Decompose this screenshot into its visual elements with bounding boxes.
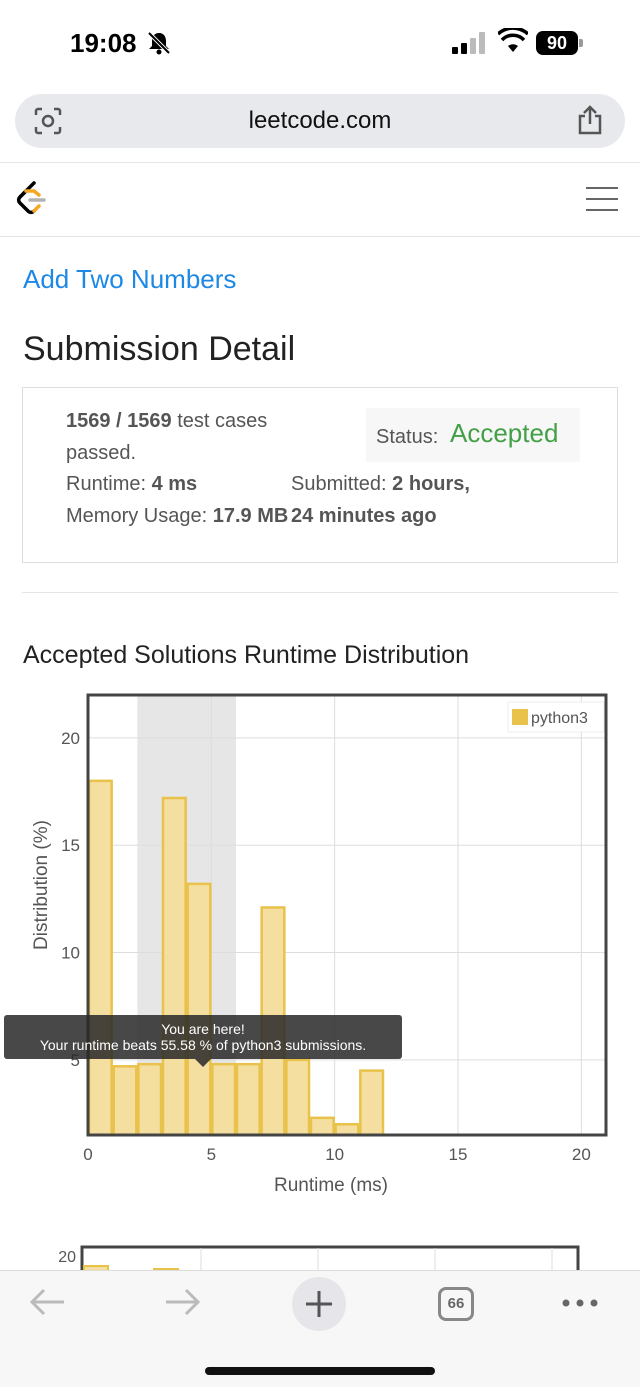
status-label: Status: xyxy=(376,426,439,448)
memory-value: 17.9 MB xyxy=(212,505,289,527)
menu-icon[interactable] xyxy=(586,187,618,213)
cases-passed-count: 1569 / 1569 xyxy=(66,410,172,432)
x-tick-label: 20 xyxy=(572,1145,591,1164)
x-axis-label: Runtime (ms) xyxy=(274,1175,388,1196)
y-tick-label: 15 xyxy=(61,836,80,855)
histogram-bar xyxy=(235,1062,261,1137)
runtime-distribution-chart: 0 5 10 15 205101520Runtime (ms)Distribution … xyxy=(31,693,608,1196)
x-tick-label: 5 xyxy=(207,1145,216,1164)
clock: 19:08 xyxy=(70,28,137,58)
submitted-line: Submitted: 2 hours, xyxy=(291,473,470,496)
status-bar: 19:08 90 xyxy=(0,0,640,86)
histogram-bar xyxy=(359,1069,385,1137)
histogram-bar xyxy=(211,1062,237,1137)
browser-toolbar: 66 xyxy=(0,1270,640,1387)
memory-line: Memory Usage: 17.9 MB xyxy=(66,505,288,528)
memory-label: Memory Usage: xyxy=(66,505,208,527)
x-tick-label: 10 xyxy=(325,1145,344,1164)
wifi-icon xyxy=(498,28,528,52)
tooltip-line-2: Your runtime beats 55.58 % of python3 su… xyxy=(39,1037,367,1053)
battery-level: 90 xyxy=(536,31,578,55)
chart-title: Accepted Solutions Runtime Distribution xyxy=(23,641,470,669)
tabs-count-button[interactable]: 66 xyxy=(438,1287,474,1321)
histogram-bar xyxy=(309,1116,335,1137)
memory-distribution-chart: 20 xyxy=(0,1240,640,1272)
runtime-value: 4 ms xyxy=(151,473,198,495)
tooltip-arrow xyxy=(195,1059,211,1067)
status-panel: Status: Accepted xyxy=(366,408,580,462)
x-tick-label: 15 xyxy=(449,1145,468,1164)
forward-arrow-icon[interactable] xyxy=(164,1287,202,1317)
histogram-bar xyxy=(87,779,113,1137)
submitted-value-1: 2 hours, xyxy=(392,473,470,495)
home-indicator xyxy=(205,1367,435,1375)
cases-suffix: test cases xyxy=(177,410,268,432)
status-value: Accepted xyxy=(450,418,559,448)
back-arrow-icon[interactable] xyxy=(28,1287,66,1317)
bell-muted-icon xyxy=(147,31,171,55)
section-divider xyxy=(22,592,618,593)
passed-label: passed. xyxy=(66,442,137,464)
legend-swatch xyxy=(512,709,528,725)
page-title: Submission Detail xyxy=(23,330,296,368)
y-axis-label: Distribution (%) xyxy=(31,820,52,950)
y-tick-label: 20 xyxy=(61,729,80,748)
histogram-bar xyxy=(285,1058,311,1137)
chart2-y-tick: 20 xyxy=(58,1249,76,1266)
plus-icon xyxy=(306,1291,332,1317)
signal-icon xyxy=(452,32,485,54)
submitted-value-2: 24 minutes ago xyxy=(291,505,437,527)
legend-label: python3 xyxy=(531,710,588,727)
test-cases-line: 1569 / 1569 test cases xyxy=(66,410,267,433)
runtime-label: Runtime: xyxy=(66,473,147,495)
runtime-line: Runtime: 4 ms xyxy=(66,473,197,496)
battery-indicator: 90 xyxy=(536,31,584,55)
share-icon[interactable] xyxy=(575,104,605,136)
histogram-bar xyxy=(112,1065,138,1137)
problem-link[interactable]: Add Two Numbers xyxy=(23,264,236,295)
address-bar[interactable]: leetcode.com xyxy=(15,94,625,148)
tooltip-line-1: You are here! xyxy=(161,1021,245,1037)
y-tick-label: 10 xyxy=(61,944,80,963)
new-tab-button[interactable] xyxy=(292,1277,346,1331)
histogram-bar xyxy=(161,796,187,1137)
histogram-bar xyxy=(334,1123,360,1137)
histogram-bar xyxy=(137,1062,163,1137)
submitted-label: Submitted: xyxy=(291,473,387,495)
more-icon[interactable] xyxy=(560,1293,600,1313)
url-text[interactable]: leetcode.com xyxy=(15,107,625,135)
leetcode-logo-icon[interactable] xyxy=(14,179,48,219)
site-navbar xyxy=(0,162,640,237)
histogram-bar xyxy=(186,882,212,1137)
runtime-tooltip: You are here! Your runtime beats 55.58 %… xyxy=(4,1015,402,1059)
x-tick-label: 0 xyxy=(83,1145,92,1164)
